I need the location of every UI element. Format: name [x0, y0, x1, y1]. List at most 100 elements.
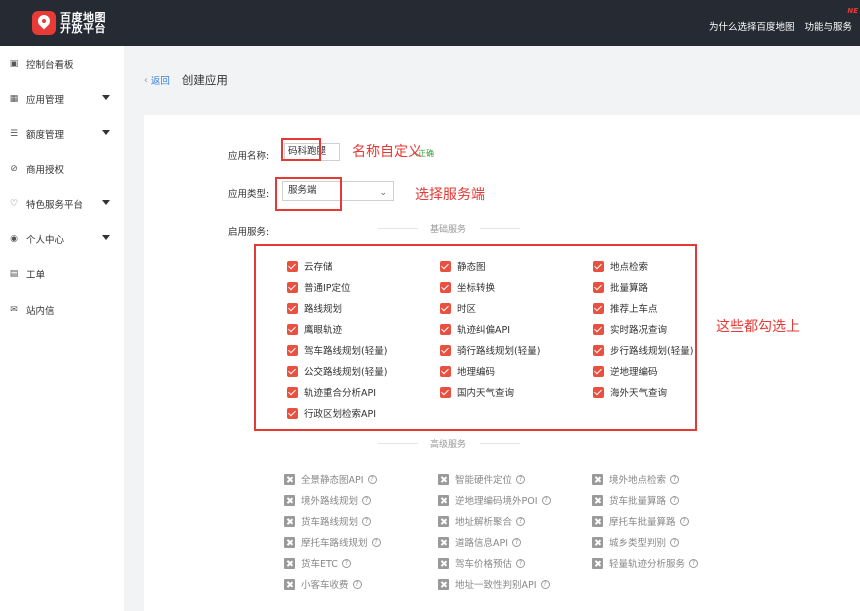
advanced-service-item: 全景静态图API?: [284, 472, 377, 486]
advanced-service-item: 驾车价格预估?: [438, 556, 526, 570]
basic-services-title: 基础服务: [430, 225, 467, 235]
chevron-down-icon: ⌄: [379, 188, 387, 198]
service-label: 小客车收费: [301, 580, 349, 591]
advanced-service-item: 摩托车路线规划?: [284, 535, 381, 549]
service-label: 全景静态图API: [301, 475, 364, 486]
disabled-checkbox-icon: [592, 473, 603, 485]
baidu-map-logo[interactable]: 百度地图 开放平台: [32, 11, 106, 35]
diamond-icon: ♡: [9, 199, 19, 209]
help-icon[interactable]: ?: [367, 474, 377, 484]
breadcrumb: ‹ 返回 创建应用: [144, 72, 228, 88]
advanced-service-item: 轻量轨迹分析服务?: [592, 556, 699, 570]
advanced-service-item: 货车路线规划?: [284, 514, 372, 528]
mail-icon: ✉: [10, 305, 18, 315]
service-label: 摩托车路线规划: [301, 538, 368, 549]
back-arrow-icon[interactable]: ‹: [144, 75, 148, 86]
back-link[interactable]: 返回: [151, 73, 170, 87]
sidebar: ▣ 控制台看板 ▦ 应用管理 ☰ 额度管理 ⊘ 商用授权 ♡ 特色服务平台 ◉ 个人中心 ▤ 工单 ✉ 站内信: [0, 46, 124, 611]
disabled-checkbox-icon: [438, 557, 449, 569]
help-icon[interactable]: ?: [352, 579, 362, 589]
help-icon[interactable]: ?: [516, 558, 526, 568]
sidebar-item[interactable]: ◉ 个人中心: [0, 229, 124, 249]
help-icon[interactable]: ?: [679, 516, 689, 526]
service-label: 驾车价格预估: [455, 559, 513, 570]
divider-left: [378, 228, 418, 229]
help-icon[interactable]: ?: [540, 579, 550, 589]
advanced-service-item: 货车批量算路?: [592, 493, 680, 507]
help-icon[interactable]: ?: [670, 474, 680, 484]
advanced-service-item: 智能硬件定位?: [438, 472, 526, 486]
service-label: 逆地理编码境外POI: [455, 496, 538, 507]
disabled-checkbox-icon: [284, 515, 295, 527]
advanced-service-item: 货车ETC?: [284, 556, 351, 570]
advanced-service-item: 地址解析聚合?: [438, 514, 526, 528]
sidebar-item-label: 站内信: [26, 306, 55, 317]
sidebar-item-label: 控制台看板: [26, 60, 74, 71]
disabled-checkbox-icon: [592, 557, 603, 569]
baidu-map-pin-icon: [32, 11, 56, 35]
disabled-checkbox-icon: [284, 578, 295, 590]
help-icon[interactable]: ?: [371, 537, 381, 547]
divider-left-adv: [378, 443, 418, 444]
services-highlight-box: [254, 244, 697, 431]
disabled-checkbox-icon: [592, 536, 603, 548]
disabled-checkbox-icon: [284, 557, 295, 569]
dashboard-icon: ▣: [9, 59, 19, 69]
service-label: 货车ETC: [301, 559, 338, 570]
help-icon[interactable]: ?: [341, 558, 351, 568]
help-icon[interactable]: ?: [670, 495, 680, 505]
help-icon[interactable]: ?: [512, 537, 522, 547]
sidebar-item[interactable]: ▦ 应用管理: [0, 89, 124, 109]
advanced-service-item: 道路信息API?: [438, 535, 522, 549]
page-title: 创建应用: [181, 73, 228, 87]
top-navbar: 百度地图 开放平台 为什么选择百度地图 功能与服务 NE: [0, 0, 860, 46]
service-label: 道路信息API: [455, 538, 509, 549]
caret-down-icon: [102, 235, 110, 240]
app-type-label: 应用类型:: [228, 189, 270, 200]
advanced-service-item: 境外地点检索?: [592, 472, 680, 486]
app-type-highlight-box: [275, 177, 342, 211]
new-badge: NE: [847, 7, 858, 15]
sidebar-item-label: 特色服务平台: [26, 200, 84, 211]
help-icon[interactable]: ?: [362, 495, 372, 505]
sidebar-item[interactable]: ▤ 工单: [0, 264, 124, 284]
nav-link-features[interactable]: 功能与服务: [804, 19, 852, 33]
service-label: 智能硬件定位: [455, 475, 513, 486]
sidebar-item[interactable]: ▣ 控制台看板: [0, 54, 124, 74]
sidebar-item[interactable]: ⊘ 商用授权: [0, 159, 124, 179]
help-icon[interactable]: ?: [516, 516, 526, 526]
nav-link-why-baidu[interactable]: 为什么选择百度地图: [709, 19, 795, 33]
ticket-icon: ▤: [9, 269, 19, 279]
help-icon[interactable]: ?: [689, 558, 699, 568]
service-label: 货车批量算路: [609, 496, 667, 507]
advanced-service-item: 境外路线规划?: [284, 493, 372, 507]
service-label: 摩托车批量算路: [609, 517, 676, 528]
service-label: 境外地点检索: [609, 475, 667, 486]
help-icon[interactable]: ?: [670, 537, 680, 547]
advanced-service-item: 小客车收费?: [284, 577, 362, 591]
quota-icon: ☰: [9, 129, 19, 139]
help-icon[interactable]: ?: [516, 474, 526, 484]
caret-down-icon: [102, 95, 110, 100]
help-icon[interactable]: ?: [541, 495, 551, 505]
disabled-checkbox-icon: [438, 536, 449, 548]
advanced-service-item: 逆地理编码境外POI?: [438, 493, 551, 507]
service-label: 轻量轨迹分析服务: [609, 559, 686, 570]
service-label: 地址解析聚合: [455, 517, 513, 528]
app-name-highlight-box: [281, 138, 321, 161]
sidebar-item[interactable]: ♡ 特色服务平台: [0, 194, 124, 214]
help-icon[interactable]: ?: [362, 516, 372, 526]
sidebar-item-label: 额度管理: [26, 130, 65, 141]
sidebar-item-label: 商用授权: [26, 165, 65, 176]
disabled-checkbox-icon: [284, 536, 295, 548]
sidebar-item[interactable]: ✉ 站内信: [0, 300, 124, 320]
disabled-checkbox-icon: [438, 578, 449, 590]
sidebar-item[interactable]: ☰ 额度管理: [0, 124, 124, 144]
advanced-service-item: 地址一致性判别API?: [438, 577, 550, 591]
sidebar-item-label: 工单: [26, 270, 46, 281]
logo-line2: 开放平台: [60, 22, 106, 35]
divider-right-adv: [480, 443, 520, 444]
disabled-checkbox-icon: [592, 494, 603, 506]
disabled-checkbox-icon: [438, 494, 449, 506]
disabled-checkbox-icon: [438, 515, 449, 527]
